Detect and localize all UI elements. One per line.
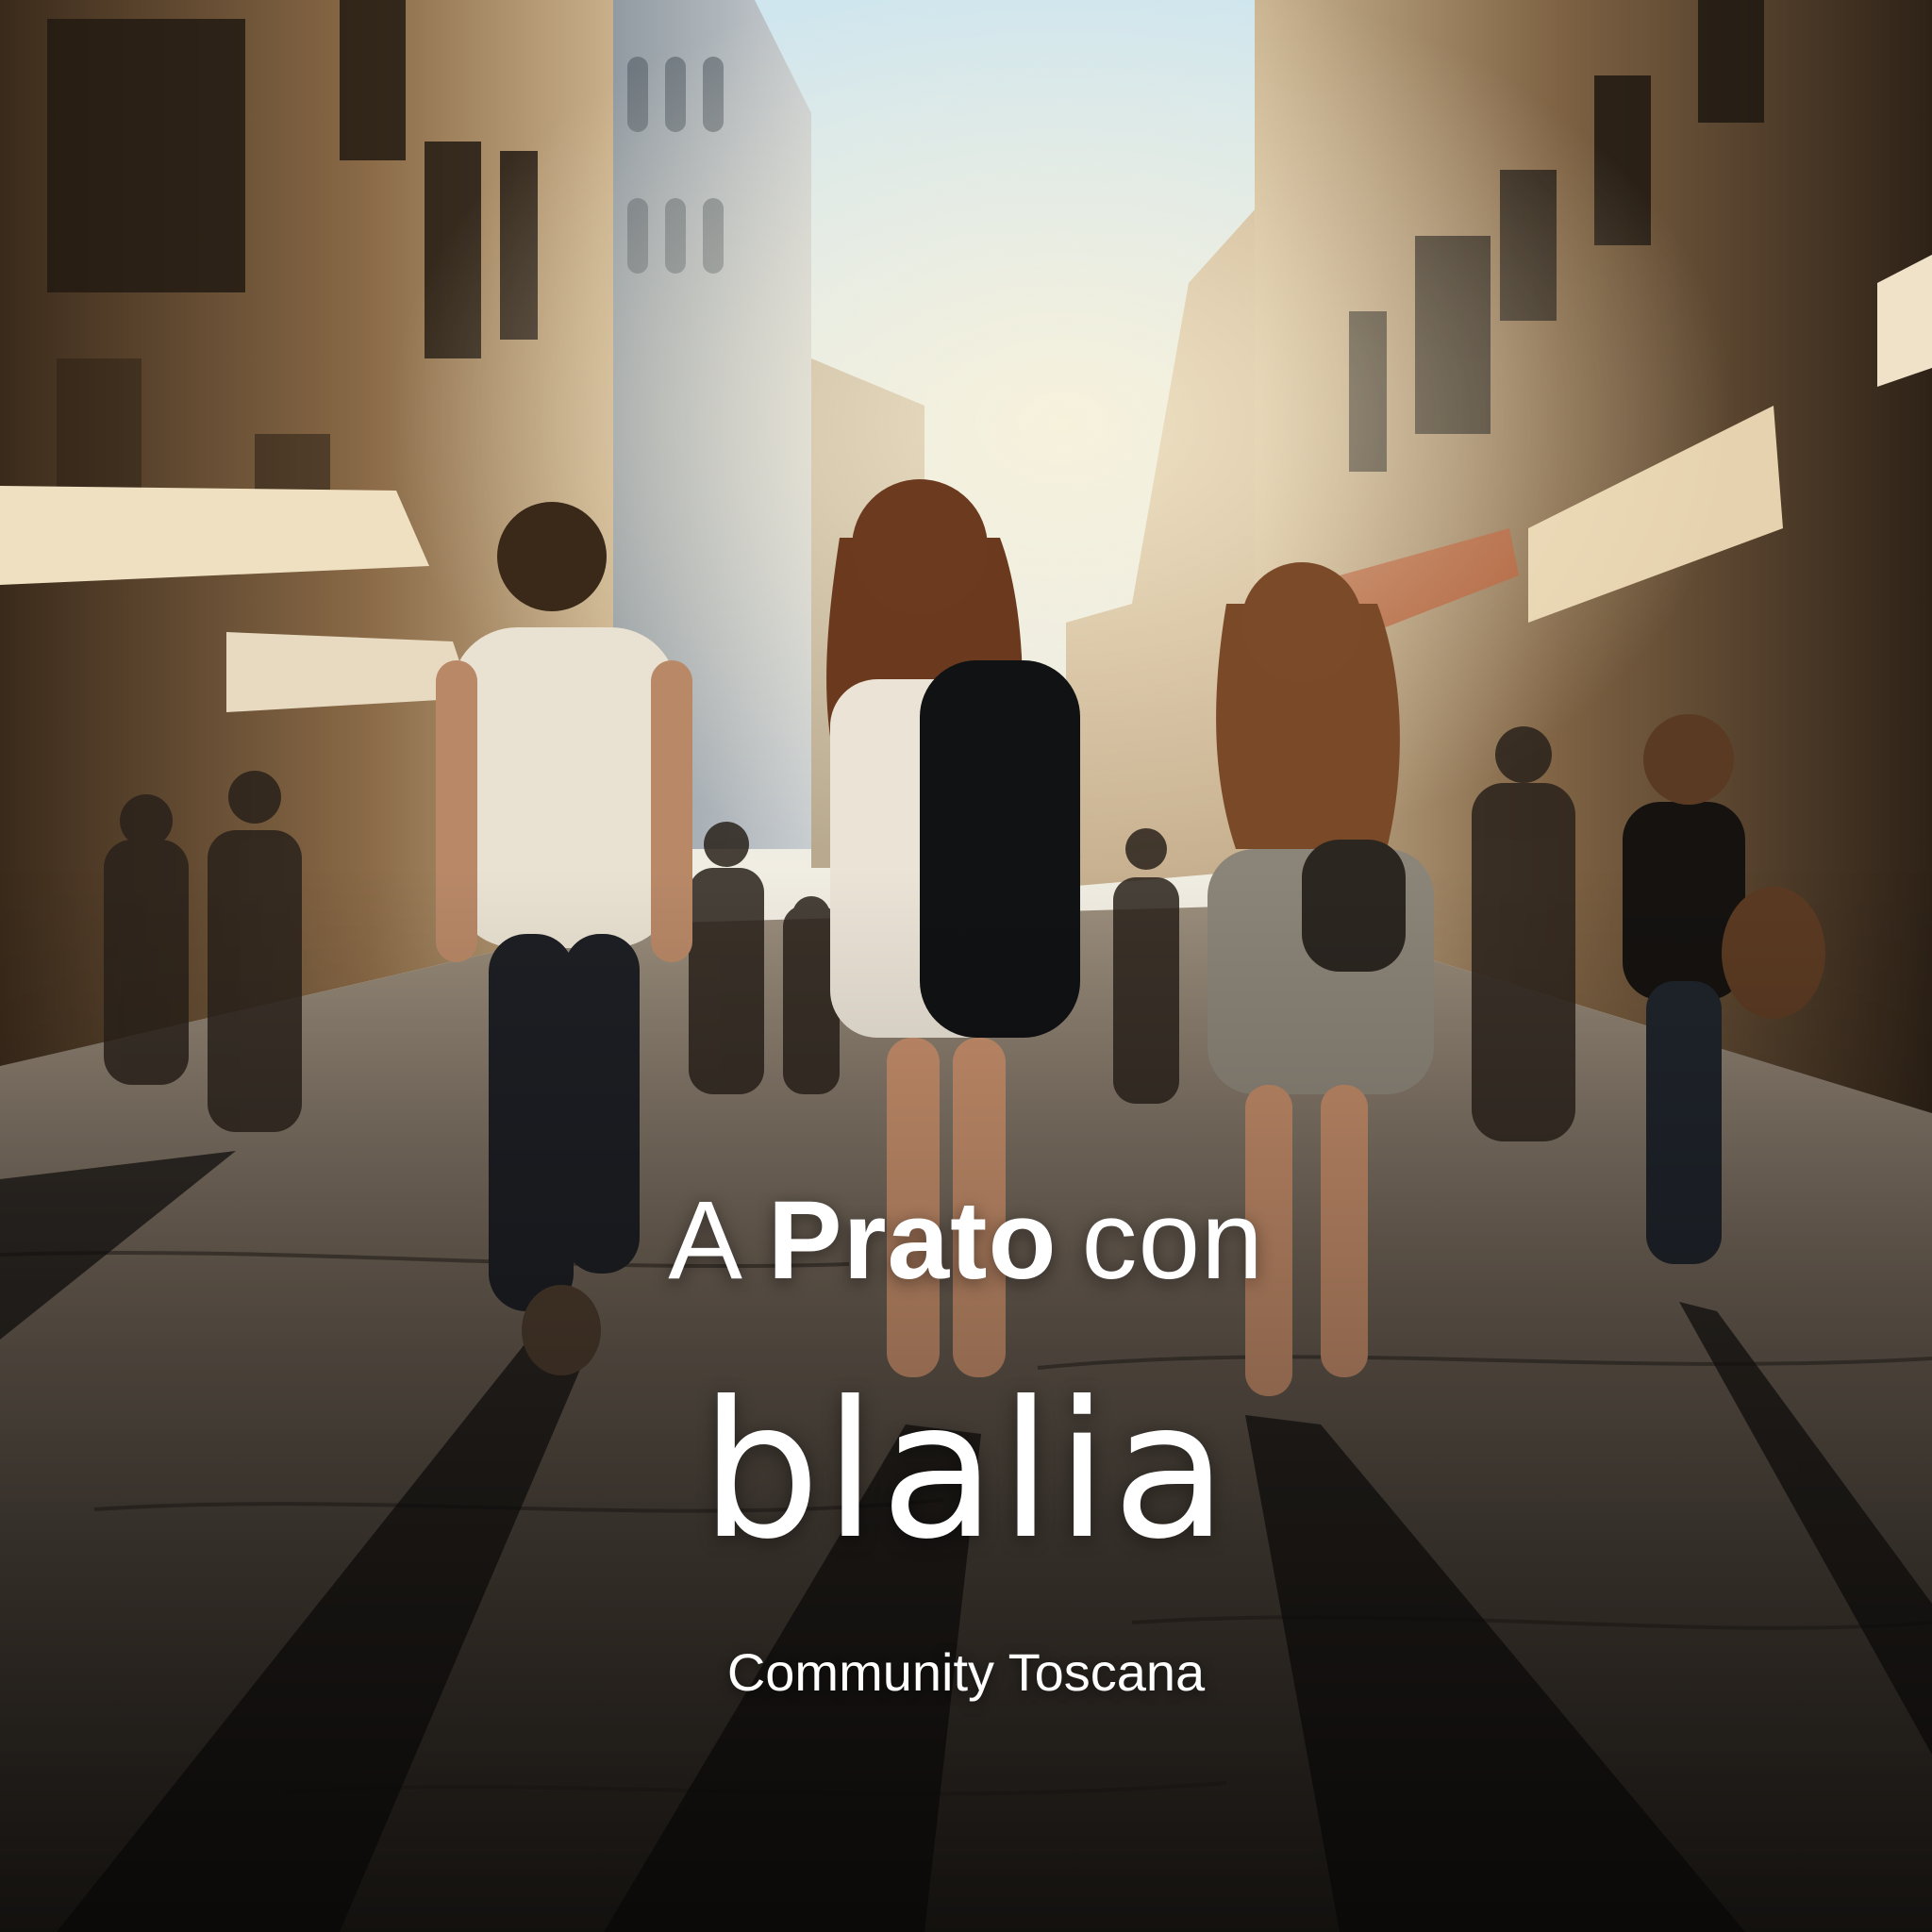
poster: A Prato con blalia Community Toscana [0, 0, 1932, 1932]
headline: A Prato con [0, 1179, 1932, 1302]
brand-logo: blalia [700, 1361, 1232, 1581]
headline-prefix: A [668, 1178, 743, 1303]
headline-suffix: con [1081, 1178, 1264, 1303]
subtitle: Community Toscana [726, 1642, 1206, 1702]
headline-city: Prato [767, 1178, 1058, 1303]
